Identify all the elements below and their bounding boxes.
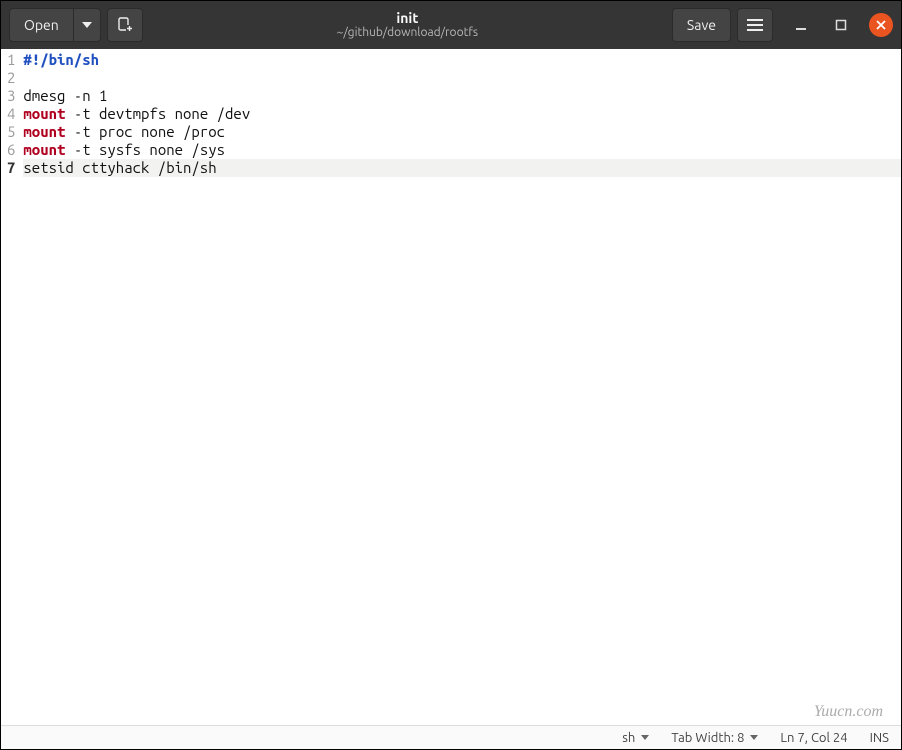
title-block: init ~/github/download/rootfs: [149, 11, 666, 40]
minimize-button[interactable]: [789, 13, 813, 37]
code-line[interactable]: mount -t devtmpfs none /dev: [23, 105, 250, 122]
code-content[interactable]: #!/bin/sh dmesg -n 1 mount -t devtmpfs n…: [19, 49, 901, 725]
tab-width-label: Tab Width: 8: [671, 731, 744, 745]
line-number: 7: [7, 159, 15, 177]
titlebar: Open init ~/github/download/rootfs Save: [1, 1, 901, 49]
line-number: 1: [7, 51, 15, 69]
hamburger-menu-button[interactable]: [737, 8, 773, 42]
language-selector[interactable]: sh: [622, 731, 649, 745]
code-line[interactable]: mount -t sysfs none /sys: [23, 141, 225, 158]
new-tab-button[interactable]: [107, 8, 143, 42]
save-button-label: Save: [687, 17, 716, 33]
open-dropdown-button[interactable]: [73, 8, 101, 42]
new-document-icon: [117, 17, 133, 33]
tab-width-selector[interactable]: Tab Width: 8: [671, 731, 758, 745]
minimize-icon: [795, 19, 807, 31]
language-label: sh: [622, 731, 635, 745]
line-number: 6: [7, 141, 15, 159]
insert-mode-indicator[interactable]: INS: [870, 731, 889, 745]
code-line[interactable]: mount -t proc none /proc: [23, 123, 225, 140]
maximize-button[interactable]: [829, 13, 853, 37]
line-number: 4: [7, 105, 15, 123]
cursor-position[interactable]: Ln 7, Col 24: [780, 731, 847, 745]
open-button-group: Open: [9, 8, 101, 42]
save-button[interactable]: Save: [672, 8, 731, 42]
line-number-gutter: 1234567: [1, 49, 19, 725]
chevron-down-icon: [82, 22, 92, 28]
line-number: 5: [7, 123, 15, 141]
code-line[interactable]: setsid cttyhack /bin/sh: [23, 159, 901, 177]
insert-mode-label: INS: [870, 731, 889, 745]
document-path: ~/github/download/rootfs: [337, 26, 479, 39]
code-line[interactable]: dmesg -n 1: [23, 87, 107, 104]
cursor-position-label: Ln 7, Col 24: [780, 731, 847, 745]
code-line[interactable]: #!/bin/sh: [23, 51, 99, 68]
close-button[interactable]: [869, 13, 893, 37]
editor-area[interactable]: 1234567 #!/bin/sh dmesg -n 1 mount -t de…: [1, 49, 901, 725]
open-button[interactable]: Open: [9, 8, 73, 42]
open-button-label: Open: [24, 17, 59, 33]
line-number: 3: [7, 87, 15, 105]
code-line[interactable]: [23, 69, 31, 86]
maximize-icon: [835, 19, 847, 31]
line-number: 2: [7, 69, 15, 87]
document-title: init: [396, 11, 418, 26]
hamburger-icon: [747, 19, 763, 31]
statusbar: sh Tab Width: 8 Ln 7, Col 24 INS: [1, 725, 901, 749]
close-icon: [875, 19, 887, 31]
